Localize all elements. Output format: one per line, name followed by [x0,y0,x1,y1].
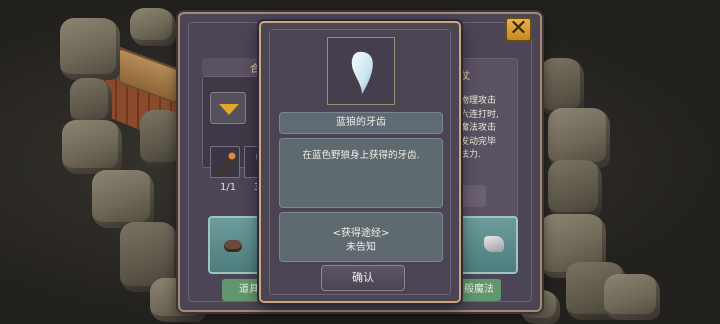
stone-icon[interactable] [224,240,242,252]
rock [60,18,120,80]
source-header: <获得途经> [332,228,390,239]
rock [70,78,112,126]
close-icon: ✕ [509,16,528,41]
item-description: 在蓝色野狼身上获得的牙齿. [302,150,420,161]
fang-icon [351,51,373,94]
item-source-box: <获得途经> 未告知 [279,212,443,262]
item-detail-dialog: 蓝狼的牙齿 在蓝色野狼身上获得的牙齿. <获得途经> 未告知 确认 [259,21,461,303]
inventory-slot[interactable] [210,146,240,178]
item-name: 蓝狼的牙齿 [279,112,443,134]
tab-magic[interactable]: 般魔法 [457,279,501,301]
skill-description: 物理攻击 六连打时, 魔法攻击 发动完毕 法力. [460,96,499,160]
armor-icon[interactable] [484,236,504,252]
item-description-box: 在蓝色野狼身上获得的牙齿. [279,138,443,208]
rock [62,120,122,174]
confirm-button[interactable]: 确认 [321,265,405,291]
close-button[interactable]: ✕ [505,17,532,42]
staff-icon [219,152,236,176]
left-section-header: 合 [202,58,262,76]
sort-dropdown-button[interactable] [210,92,246,124]
rock [548,108,610,168]
rock [548,160,602,218]
rock [92,170,154,228]
rock [130,8,176,46]
triangle-down-icon [219,104,239,115]
right-section-box: 仗 物理攻击 六连打时, 魔法攻击 发动完毕 法力. [455,58,518,218]
right-section-title: 仗 [460,71,470,82]
slot-count: 1/1 [220,182,237,193]
item-icon-frame [327,37,395,105]
rock [604,274,660,320]
source-value: 未告知 [346,242,376,253]
right-section-button[interactable] [460,185,486,207]
